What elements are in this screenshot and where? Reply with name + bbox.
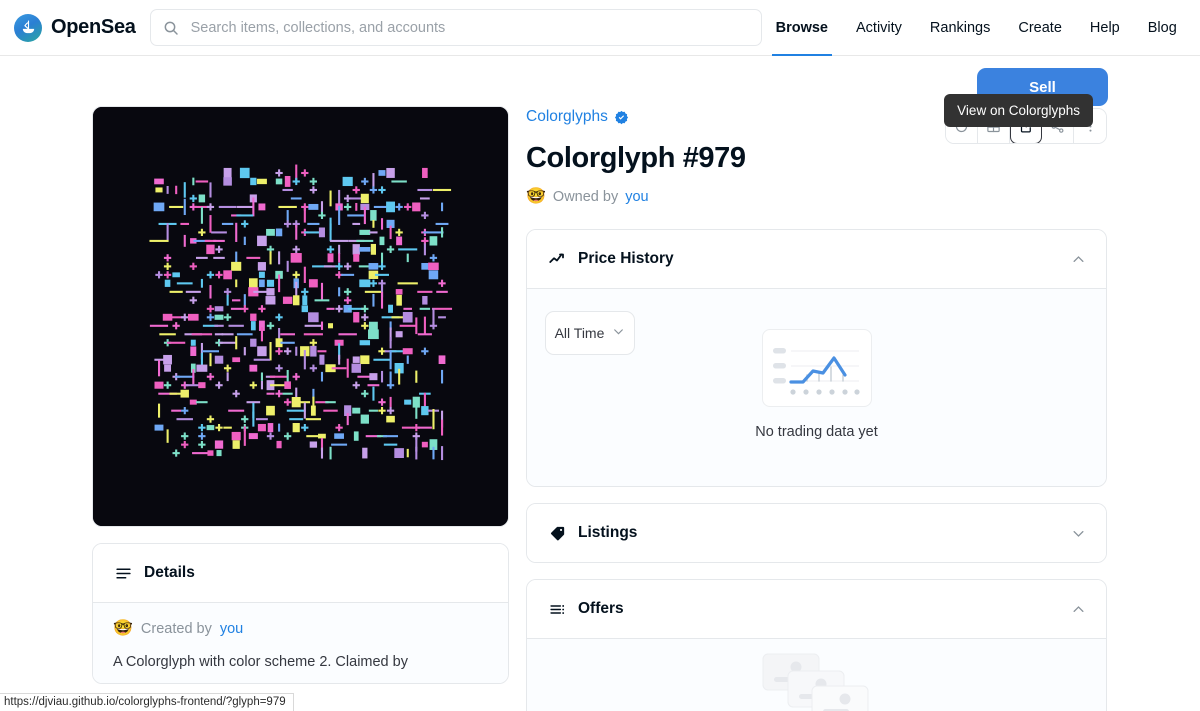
browser-status-bar-url: https://djviau.github.io/colorglyphs-fro… xyxy=(0,693,294,711)
chart-placeholder-icon xyxy=(762,329,872,407)
owner-link[interactable]: you xyxy=(625,189,648,205)
creator-avatar: 🤓 xyxy=(113,621,133,637)
details-panel-body: 🤓 Created by you A Colorglyph with color… xyxy=(93,602,508,683)
chevron-up-icon[interactable] xyxy=(1071,602,1086,617)
created-by-row: 🤓 Created by you xyxy=(113,621,488,637)
stacked-cards-icon xyxy=(762,653,872,711)
verified-badge-icon xyxy=(614,110,629,125)
chevron-up-icon[interactable] xyxy=(1071,252,1086,267)
top-navigation-bar: OpenSea Browse Activity Rankings Create … xyxy=(0,0,1200,56)
offers-header[interactable]: Offers xyxy=(527,580,1106,638)
details-panel: Details 🤓 Created by you A Colorglyph wi… xyxy=(92,543,509,684)
nav-item-blog[interactable]: Blog xyxy=(1134,0,1191,56)
opensea-boat-logo-icon xyxy=(14,14,42,42)
list-lines-icon xyxy=(113,563,133,583)
brand-logo-link[interactable]: OpenSea xyxy=(14,14,136,42)
line-chart-icon xyxy=(547,249,567,269)
view-on-colorglyphs-tooltip: View on Colorglyphs xyxy=(944,94,1093,127)
listings-header[interactable]: Listings xyxy=(527,504,1106,562)
owned-by-label: Owned by xyxy=(553,189,618,205)
created-by-label: Created by xyxy=(141,621,212,637)
tag-icon xyxy=(547,523,567,543)
owner-avatar: 🤓 xyxy=(526,189,546,205)
main-nav: Browse Activity Rankings Create Help Blo… xyxy=(762,0,1200,56)
brand-name: OpenSea xyxy=(51,16,136,39)
no-trading-data-text: No trading data yet xyxy=(755,424,878,440)
search-bar[interactable] xyxy=(150,9,762,46)
colorglyph-artwork xyxy=(93,107,508,526)
price-history-title: Price History xyxy=(578,250,674,268)
page-title: Colorglyph #979 xyxy=(526,142,1107,175)
listings-panel: Listings xyxy=(526,503,1107,563)
owned-by-row: 🤓 Owned by you xyxy=(526,189,1107,205)
nav-item-create[interactable]: Create xyxy=(1004,0,1076,56)
nft-artwork-card[interactable] xyxy=(92,106,509,527)
nav-item-rankings[interactable]: Rankings xyxy=(916,0,1004,56)
creator-link[interactable]: you xyxy=(220,621,243,637)
details-title: Details xyxy=(144,564,195,582)
offers-body xyxy=(527,638,1106,711)
right-column: Colorglyphs Colorglyph #979 🤓 Owned by y… xyxy=(526,106,1107,711)
search-input[interactable] xyxy=(191,20,749,36)
offers-panel: Offers xyxy=(526,579,1107,711)
search-icon xyxy=(163,20,179,36)
nav-item-help[interactable]: Help xyxy=(1076,0,1134,56)
collection-link[interactable]: Colorglyphs xyxy=(526,108,608,126)
item-page-content: Details 🤓 Created by you A Colorglyph wi… xyxy=(0,106,1200,711)
chevron-down-icon[interactable] xyxy=(1071,526,1086,541)
left-column: Details 🤓 Created by you A Colorglyph wi… xyxy=(92,106,509,684)
nav-item-activity[interactable]: Activity xyxy=(842,0,916,56)
price-history-empty-state: No trading data yet xyxy=(527,329,1106,440)
offers-title: Offers xyxy=(578,600,624,618)
item-description: A Colorglyph with color scheme 2. Claime… xyxy=(113,651,488,673)
action-bar: Sell View on Colorglyphs xyxy=(0,56,1200,106)
nav-item-browse[interactable]: Browse xyxy=(762,0,842,56)
list-icon xyxy=(547,599,567,619)
listings-title: Listings xyxy=(578,524,637,542)
price-history-panel: Price History All Time xyxy=(526,229,1107,487)
details-panel-header[interactable]: Details xyxy=(93,544,508,602)
price-history-body: All Time xyxy=(527,288,1106,486)
price-history-header[interactable]: Price History xyxy=(527,230,1106,288)
